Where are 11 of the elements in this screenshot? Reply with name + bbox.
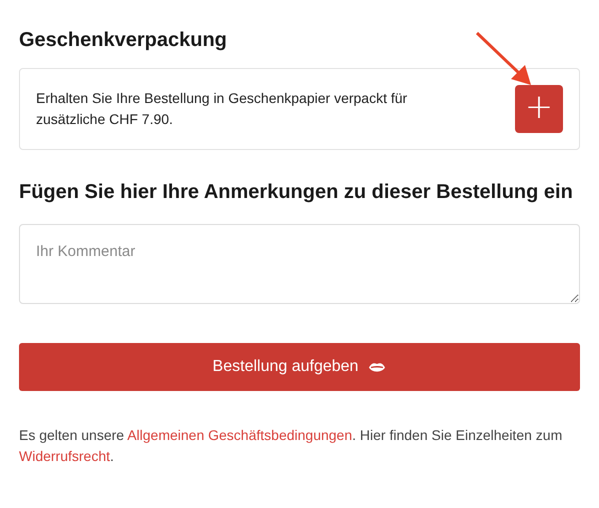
lips-icon xyxy=(368,362,386,372)
section-title: Fügen Sie hier Ihre Anmerkungen zu dieser Bestellung ein xyxy=(19,180,574,205)
gift-wrap-description: Erhalten Sie Ihre Bestellung in Geschenkpapier verpackt für zusätzliche CHF 7.90. xyxy=(36,89,408,129)
link[interactable]: Allgemeinen Geschäftsbedingungen xyxy=(127,427,352,443)
add-button[interactable]: + xyxy=(515,85,563,133)
arrow-icon xyxy=(475,31,533,87)
comment-field[interactable]: Ihr Kommentar xyxy=(19,224,580,304)
legal-text: Es gelten unsere Allgemeinen Geschäftsbedingungen. Hier finden Sie Einzelheiten zum Widerrufsrecht. xyxy=(19,426,564,466)
link[interactable]: Widerrufsrecht xyxy=(19,448,110,464)
place-order-button[interactable]: Bestellung aufgeben xyxy=(19,343,580,391)
section-title: Geschenkverpackung xyxy=(19,28,228,53)
